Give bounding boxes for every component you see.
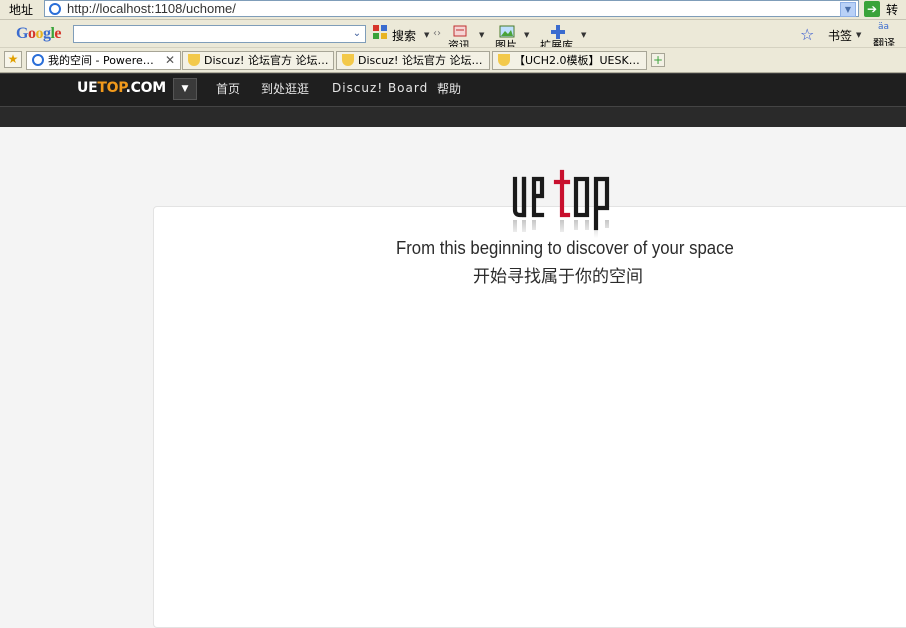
- images-button[interactable]: 图片: [495, 37, 517, 47]
- go-arrow-icon[interactable]: ➔: [864, 1, 880, 17]
- bookmarks-dropdown-icon[interactable]: ▼: [856, 31, 861, 39]
- tab-title: Discuz! 论坛官方 论坛…: [358, 54, 483, 67]
- chevron-down-icon[interactable]: ⌄: [350, 27, 364, 41]
- discuz-tab-icon: [342, 54, 354, 66]
- nav-explore[interactable]: 到处逛逛: [261, 80, 309, 97]
- site-logo[interactable]: UETOP.COM: [77, 80, 166, 96]
- close-icon[interactable]: ✕: [165, 52, 175, 69]
- url-text[interactable]: http://localhost:1108/uchome/: [67, 1, 236, 16]
- translate-icon[interactable]: äa: [878, 22, 889, 32]
- google-logo[interactable]: Google: [16, 25, 61, 43]
- google-search-icon[interactable]: [372, 24, 388, 40]
- extensions-button[interactable]: 扩展库: [540, 37, 573, 47]
- tab-title: Discuz! 论坛官方 论坛…: [204, 54, 329, 67]
- address-label: 地址: [9, 3, 34, 17]
- google-search-button[interactable]: 搜索: [392, 27, 416, 44]
- site-nav: UETOP.COM ▼ 首页 到处逛逛 Discuz! Board 帮助: [0, 73, 906, 106]
- bookmark-star-icon[interactable]: ☆: [800, 25, 814, 44]
- new-tab-plus-icon[interactable]: +: [651, 53, 665, 67]
- site-menu-dropdown-icon[interactable]: ▼: [173, 78, 197, 100]
- tab-title: 【UCH2.0模板】UESK…: [514, 54, 640, 67]
- bookmarks-button[interactable]: 书签: [828, 27, 852, 44]
- google-toolbar: Google ⌄ 搜索 ▼ ‹› 资讯 ▼ 图片 ▼ 扩展库 ▼ ☆ 书签 ▼ …: [0, 20, 906, 48]
- news-button[interactable]: 资讯: [448, 37, 470, 47]
- tab-title: 我的空间 - Powere…: [48, 54, 154, 67]
- discuz-tab-icon: [498, 54, 510, 66]
- tab-bar: ★ 我的空间 - Powere… ✕ Discuz! 论坛官方 论坛… Disc…: [0, 48, 906, 73]
- ie-page-icon: [49, 3, 61, 15]
- favorites-star-icon[interactable]: ★: [4, 51, 22, 68]
- nav-help[interactable]: 帮助: [437, 80, 461, 97]
- tab-discuz-1[interactable]: Discuz! 论坛官方 论坛…: [182, 51, 334, 70]
- tab-my-space[interactable]: 我的空间 - Powere… ✕: [26, 51, 181, 70]
- uetop-logo: [512, 169, 610, 238]
- nav-home[interactable]: 首页: [216, 80, 240, 97]
- discuz-tab-icon: [188, 54, 200, 66]
- address-bar: 地址 http://localhost:1108/uchome/ ▼ ➔ 转到: [0, 0, 906, 34]
- images-dropdown-icon[interactable]: ▼: [524, 31, 529, 39]
- url-dropdown-icon[interactable]: ▼: [840, 2, 856, 17]
- tab-discuz-2[interactable]: Discuz! 论坛官方 论坛…: [336, 51, 490, 70]
- tab-uch-template[interactable]: 【UCH2.0模板】UESK…: [492, 51, 647, 70]
- tagline-english: From this beginning to discover of your …: [396, 238, 734, 258]
- ie-tab-icon: [32, 54, 44, 66]
- google-search-input[interactable]: ⌄: [73, 25, 366, 43]
- news-dropdown-icon[interactable]: ▼: [479, 31, 484, 39]
- translate-button[interactable]: 翻译: [873, 35, 895, 46]
- tagline-chinese: 开始寻找属于你的空间: [473, 267, 643, 287]
- site-subnav: [0, 106, 906, 127]
- nav-discuz-board[interactable]: Discuz! Board: [332, 81, 428, 95]
- separator-icon: ‹›: [433, 28, 441, 39]
- search-dropdown-icon[interactable]: ▼: [424, 31, 429, 39]
- url-input[interactable]: http://localhost:1108/uchome/ ▼: [44, 0, 859, 17]
- extensions-dropdown-icon[interactable]: ▼: [581, 31, 586, 39]
